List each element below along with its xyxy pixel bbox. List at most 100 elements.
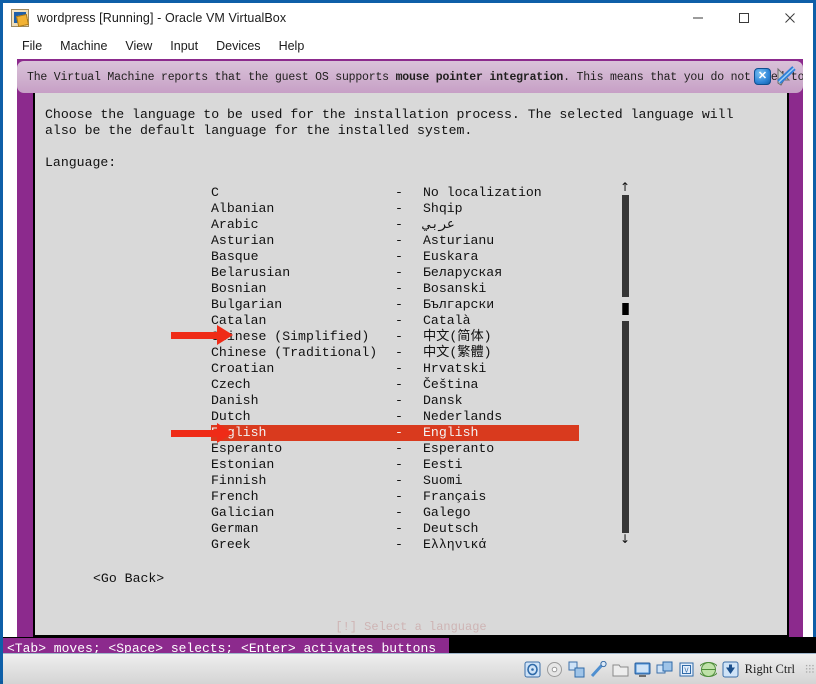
scroll-up-arrow[interactable]: ↑	[620, 181, 630, 195]
language-list-item[interactable]: Asturian - Asturianu	[211, 233, 751, 249]
language-name: Galician	[211, 505, 275, 520]
language-name: Catalan	[211, 313, 267, 328]
scrollbar-track[interactable]	[621, 195, 629, 533]
language-native-name: 中文(繁體)	[423, 345, 492, 360]
language-separator: -	[395, 505, 403, 520]
language-list-item[interactable]: Dutch - Nederlands	[211, 409, 751, 425]
scrollbar-thumb[interactable]	[622, 303, 628, 315]
language-list-item[interactable]: C - No localization	[211, 185, 751, 201]
guest-console[interactable]: [!] Select a language Choose the languag…	[33, 91, 789, 637]
menu-item-file[interactable]: File	[13, 36, 51, 56]
language-name: Danish	[211, 393, 259, 408]
language-separator: -	[395, 457, 403, 472]
notification-buttons: ✕	[754, 66, 797, 86]
language-separator: -	[395, 313, 403, 328]
language-name: Chinese (Traditional)	[211, 345, 378, 360]
go-back-button[interactable]: <Go Back>	[93, 571, 164, 587]
language-separator: -	[395, 489, 403, 504]
language-list-item[interactable]: Galician - Galego	[211, 505, 751, 521]
language-list-item[interactable]: English - English	[211, 425, 579, 441]
console-intro-line-1: Choose the language to be used for the i…	[45, 107, 734, 122]
language-list-item[interactable]: Bosnian - Bosanski	[211, 281, 751, 297]
language-native-name: Deutsch	[423, 521, 479, 536]
menu-item-machine[interactable]: Machine	[51, 36, 116, 56]
language-separator: -	[395, 409, 403, 424]
language-list-item[interactable]: Belarusian - Беларуская	[211, 265, 751, 281]
language-list-item[interactable]: Czech - Čeština	[211, 377, 751, 393]
language-separator: -	[395, 377, 403, 392]
language-list-item[interactable]: Albanian - Shqip	[211, 201, 751, 217]
maximize-button[interactable]	[721, 3, 767, 33]
language-list-item[interactable]: Danish - Dansk	[211, 393, 751, 409]
usb-icon[interactable]	[590, 660, 607, 678]
notification-close-icon[interactable]: ✕	[754, 67, 771, 85]
virtualbox-app-icon	[11, 9, 29, 27]
host-key-indicator: Right Ctrl	[744, 661, 795, 676]
language-list-item[interactable]: Basque - Euskara	[211, 249, 751, 265]
network-icon[interactable]	[656, 661, 673, 678]
language-name: Belarusian	[211, 265, 291, 280]
menu-item-input[interactable]: Input	[161, 36, 207, 56]
language-list-scrollbar[interactable]: ↑ ↓	[619, 181, 631, 547]
language-separator: -	[395, 425, 403, 440]
window-title: wordpress [Running] - Oracle VM VirtualB…	[37, 11, 287, 25]
language-separator: -	[395, 233, 403, 248]
optical-disk-icon[interactable]	[546, 661, 563, 678]
language-separator: -	[395, 201, 403, 216]
language-name: German	[211, 521, 259, 536]
language-native-name: Bosanski	[423, 281, 487, 296]
capture-icon[interactable]	[722, 661, 739, 678]
language-native-name: No localization	[423, 185, 542, 200]
language-list[interactable]: C - No localization Albanian - Shqip Arabic - عر…	[211, 185, 751, 553]
language-native-name: Français	[423, 489, 487, 504]
menu-item-view[interactable]: View	[116, 36, 161, 56]
language-native-name: Dansk	[423, 393, 463, 408]
language-native-name: Asturianu	[423, 233, 495, 248]
language-list-item[interactable]: Greek - Ελληνικά	[211, 537, 751, 553]
language-list-item[interactable]: German - Deutsch	[211, 521, 751, 537]
language-native-name: Български	[423, 297, 495, 312]
language-native-name: Galego	[423, 505, 471, 520]
floppy-disk-icon[interactable]	[568, 661, 585, 678]
language-list-item[interactable]: Chinese (Simplified) - 中文(简体)	[211, 329, 751, 345]
language-native-name: Čeština	[423, 377, 479, 392]
language-name: Arabic	[211, 217, 259, 232]
language-field-label: Language:	[45, 155, 117, 170]
notification-text-bold: mouse pointer integration	[395, 70, 564, 84]
language-list-item[interactable]: Arabic - عربي	[211, 217, 751, 233]
cpu-icon[interactable]: V	[678, 661, 695, 678]
language-list-item[interactable]: Catalan - Català	[211, 313, 751, 329]
language-list-item[interactable]: Estonian - Eesti	[211, 457, 751, 473]
language-name: Basque	[211, 249, 259, 264]
display-icon[interactable]	[634, 661, 651, 678]
language-list-item[interactable]: Finnish - Suomi	[211, 473, 751, 489]
resize-grip[interactable]	[805, 664, 815, 674]
minimize-button[interactable]	[675, 3, 721, 33]
hard-disk-icon[interactable]	[524, 661, 541, 678]
language-native-name: Shqip	[423, 201, 463, 216]
language-separator: -	[395, 281, 403, 296]
language-list-item[interactable]: Croatian - Hrvatski	[211, 361, 751, 377]
menu-item-devices[interactable]: Devices	[207, 36, 269, 56]
language-native-name: عربي	[423, 217, 455, 232]
language-name: Asturian	[211, 233, 275, 248]
language-native-name: Eesti	[423, 457, 463, 472]
language-list-item[interactable]: French - Français	[211, 489, 751, 505]
language-native-name: Català	[423, 313, 471, 328]
close-button[interactable]	[767, 3, 813, 33]
menu-item-help[interactable]: Help	[270, 36, 314, 56]
language-separator: -	[395, 249, 403, 264]
shared-folder-icon[interactable]	[612, 661, 629, 678]
globe-icon[interactable]	[697, 661, 719, 678]
language-native-name: Esperanto	[423, 441, 495, 456]
language-list-item[interactable]: Bulgarian - Български	[211, 297, 751, 313]
language-separator: -	[395, 185, 403, 200]
window-titlebar: wordpress [Running] - Oracle VM VirtualB…	[3, 3, 813, 33]
scroll-down-arrow[interactable]: ↓	[620, 533, 630, 547]
language-list-item[interactable]: Chinese (Traditional) - 中文(繁體)	[211, 345, 751, 361]
language-name: Finnish	[211, 473, 267, 488]
language-separator: -	[395, 361, 403, 376]
language-native-name: Ελληνικά	[423, 537, 487, 552]
language-list-item[interactable]: Esperanto - Esperanto	[211, 441, 751, 457]
virtualbox-window: wordpress [Running] - Oracle VM VirtualB…	[0, 0, 816, 684]
